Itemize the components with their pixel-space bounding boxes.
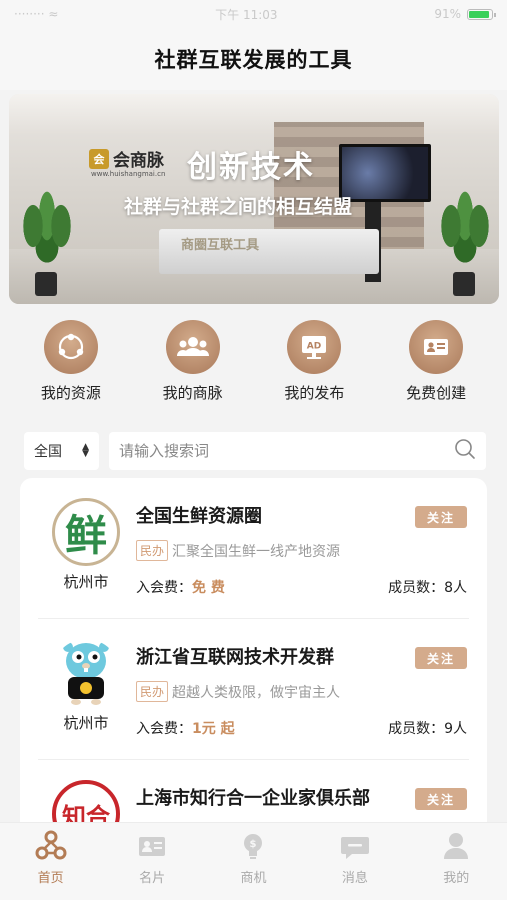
tab-bar: 首页 名片 $ 商机 消息 我的 <box>0 822 507 900</box>
status-time: 下午 11:03 <box>215 7 278 22</box>
list-item[interactable]: 杭州市 浙江省互联网技术开发群 关注 民办 超越人类极限，做宇宙主人 入会费：1… <box>38 619 469 760</box>
tab-card[interactable]: 名片 <box>107 829 197 900</box>
brand-url: www.huishangmai.cn <box>91 170 166 178</box>
signal-text: ········ ≈ <box>14 7 59 21</box>
plant-right-image <box>437 186 493 296</box>
search-box <box>109 432 486 470</box>
user-icon <box>444 833 469 859</box>
id-card-icon <box>409 320 464 374</box>
search-row: 全国 ▲ ▼ <box>24 432 486 470</box>
quick-nav-my-resources[interactable]: 我的资源 <box>16 320 126 410</box>
share-network-icon <box>43 320 98 374</box>
group-city: 杭州市 <box>63 573 109 591</box>
quick-nav-my-posts[interactable]: AD 我的发布 <box>259 320 369 410</box>
quick-nav-my-network[interactable]: 我的商脉 <box>138 320 248 410</box>
tab-label: 商机 <box>240 871 267 886</box>
quick-nav-label: 我的商脉 <box>162 384 223 402</box>
fee-label: 入会费： <box>136 580 192 596</box>
group-avatar-text: 鲜 <box>64 510 107 560</box>
tab-label: 消息 <box>341 871 368 886</box>
tab-label: 名片 <box>139 871 166 886</box>
quick-nav-label: 我的资源 <box>40 384 101 402</box>
fee-value: 免 费 <box>192 580 225 596</box>
region-select[interactable]: 全国 ▲ ▼ <box>24 432 99 470</box>
tab-label: 我的 <box>443 871 470 886</box>
tab-opportunity[interactable]: $ 商机 <box>208 829 298 900</box>
chat-bubble-icon <box>340 837 369 859</box>
people-group-icon <box>165 320 220 374</box>
brand-logo-text: 会商脉 <box>113 151 164 171</box>
group-fee: 入会费：免 费 <box>136 577 225 597</box>
brand-logo: 会 会商脉 <box>89 146 164 171</box>
group-name: 全国生鲜资源圈 <box>136 506 262 527</box>
group-desc-text: 汇聚全国生鲜一线产地资源 <box>172 543 341 560</box>
fee-label: 入会费： <box>136 721 192 737</box>
group-description: 民办 汇聚全国生鲜一线产地资源 <box>136 540 340 561</box>
page-title: 社群互联发展的工具 <box>154 48 353 72</box>
group-city: 杭州市 <box>63 714 109 732</box>
group-list: 鲜 杭州市 全国生鲜资源圈 关注 民办 汇聚全国生鲜一线产地资源 入会费：免 费… <box>20 478 487 838</box>
group-name: 上海市知行合一企业家俱乐部 <box>136 788 370 809</box>
plant-left-image <box>19 186 75 296</box>
ad-monitor-icon: AD <box>287 320 342 374</box>
business-card-icon <box>139 837 166 856</box>
follow-button[interactable]: 关注 <box>415 788 467 810</box>
group-type-badge: 民办 <box>136 681 169 702</box>
banner-subtitle: 社群与社群之间的相互结盟 <box>124 196 353 218</box>
quick-nav: 我的资源 我的商脉 AD 我的发布 免费创建 <box>0 320 507 410</box>
group-avatar: 鲜 <box>52 498 120 566</box>
follow-button[interactable]: 关注 <box>415 506 467 528</box>
battery-indicator: 91% <box>434 7 496 21</box>
banner-title: 创新技术 <box>187 150 315 185</box>
search-icon[interactable] <box>454 438 476 464</box>
region-select-value: 全国 <box>34 444 62 460</box>
svg-text:AD: AD <box>307 342 321 352</box>
tab-profile[interactable]: 我的 <box>411 829 501 900</box>
banner-tv-image <box>339 144 431 202</box>
follow-button[interactable]: 关注 <box>415 647 467 669</box>
app-header: 社群互联发展的工具 <box>0 28 507 90</box>
gopher-avatar-icon <box>52 639 120 707</box>
tab-label: 首页 <box>37 871 64 886</box>
select-arrows-icon: ▲ ▼ <box>82 442 89 459</box>
home-logo-icon <box>35 830 67 860</box>
fee-value: 1元 起 <box>192 721 235 737</box>
signal-indicator: ········ ≈ <box>14 7 58 21</box>
banner-ceiling <box>9 94 499 134</box>
search-input[interactable] <box>119 442 454 460</box>
quick-nav-label: 免费创建 <box>406 384 467 402</box>
brand-logo-icon: 会 <box>89 148 109 169</box>
group-fee: 入会费：1元 起 <box>136 718 235 738</box>
lightbulb-icon: $ <box>244 834 263 859</box>
group-description: 民办 超越人类极限，做宇宙主人 <box>136 681 340 702</box>
battery-icon <box>467 8 496 20</box>
group-desc-text: 超越人类极限，做宇宙主人 <box>172 684 341 701</box>
group-name: 浙江省互联网技术开发群 <box>136 647 334 668</box>
group-type-badge: 民办 <box>136 540 169 561</box>
list-item[interactable]: 鲜 杭州市 全国生鲜资源圈 关注 民办 汇聚全国生鲜一线产地资源 入会费：免 费… <box>38 478 469 619</box>
member-count: 成员数：8人 <box>388 580 467 596</box>
quick-nav-free-create[interactable]: 免费创建 <box>381 320 491 410</box>
banner-counter-text: 商圈互联工具 <box>181 238 260 253</box>
svg-text:$: $ <box>250 839 257 850</box>
tab-messages[interactable]: 消息 <box>310 829 400 900</box>
banner-carousel[interactable]: 商圈互联工具 会 会商脉 www.huishangmai.cn 创新技术 社群与… <box>9 94 499 304</box>
battery-percent: 91% <box>434 7 461 21</box>
status-bar: ········ ≈ 下午 11:03 91% <box>0 0 507 28</box>
member-count: 成员数：9人 <box>388 721 467 737</box>
tab-home[interactable]: 首页 <box>6 829 96 900</box>
quick-nav-label: 我的发布 <box>284 384 345 402</box>
